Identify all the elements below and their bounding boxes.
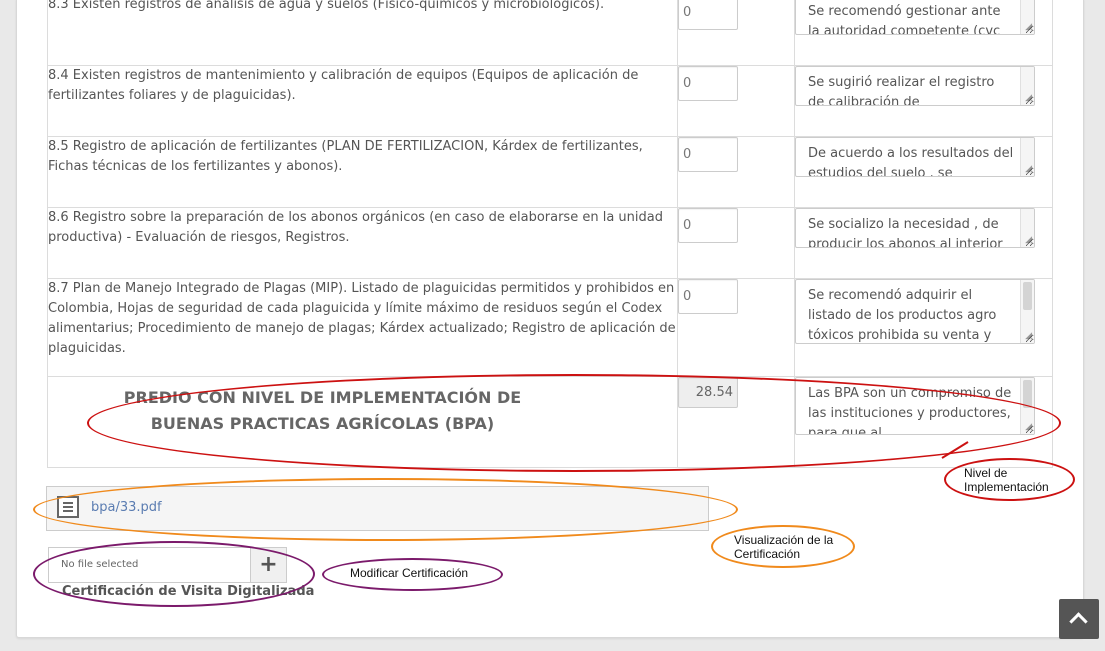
observation-textarea[interactable]: De acuerdo a los resultados del estudios… — [795, 137, 1035, 177]
certificate-file-link[interactable]: bpa/33.pdf — [91, 500, 162, 515]
evaluation-table: 8.3 Existen registros de análisis de agu… — [47, 0, 1053, 468]
score-input[interactable] — [678, 66, 738, 101]
scroll-to-top-button[interactable] — [1059, 599, 1099, 639]
table-row: 8.3 Existen registros de análisis de agu… — [47, 0, 1053, 66]
table-row: 8.4 Existen registros de mantenimiento y… — [47, 65, 1053, 137]
annotation-label-nivel: Nivel de Implementación — [964, 466, 1049, 494]
certificate-file-input[interactable]: No file selected + — [48, 547, 287, 583]
score-input[interactable] — [678, 137, 738, 172]
total-row: PREDIO CON NIVEL DE IMPLEMENTACIÓN DE BUE… — [47, 376, 1053, 468]
add-file-button[interactable]: + — [250, 548, 286, 582]
total-score-input — [678, 377, 738, 408]
file-status-text: No file selected — [61, 559, 139, 570]
criterion-text: 8.3 Existen registros de análisis de agu… — [47, 0, 678, 66]
score-input[interactable] — [678, 208, 738, 243]
observation-textarea[interactable]: Se sugirió realizar el registro de calib… — [795, 66, 1035, 106]
observation-textarea[interactable]: Se recomendó gestionar ante la autoridad… — [795, 0, 1035, 35]
criterion-text: 8.7 Plan de Manejo Integrado de Plagas (… — [47, 278, 678, 377]
total-observation-textarea[interactable]: Las BPA son un compromiso de las institu… — [795, 377, 1035, 435]
annotation-label-visualizacion: Visualización de la Certificación — [734, 533, 834, 561]
observation-textarea[interactable]: Se recomendó adquirir el listado de los … — [795, 279, 1035, 344]
annotation-label-modificar: Modificar Certificación — [350, 566, 469, 580]
file-input-caption: Certificación de Visita Digitalizada — [62, 584, 315, 599]
table-row: 8.6 Registro sobre la preparación de los… — [47, 207, 1053, 279]
table-row: 8.7 Plan de Manejo Integrado de Plagas (… — [47, 278, 1053, 377]
criterion-text: 8.4 Existen registros de mantenimiento y… — [47, 65, 678, 137]
table-row: 8.5 Registro de aplicación de fertilizan… — [47, 136, 1053, 208]
certificate-file-bar: bpa/33.pdf — [46, 486, 709, 531]
score-input[interactable] — [678, 279, 738, 314]
score-input[interactable] — [678, 0, 738, 30]
total-label: PREDIO CON NIVEL DE IMPLEMENTACIÓN DE BUE… — [47, 376, 678, 468]
chevron-up-icon — [1069, 612, 1088, 631]
document-icon — [57, 496, 79, 518]
observation-textarea[interactable]: Se socializo la necesidad , de producir … — [795, 208, 1035, 248]
criterion-text: 8.6 Registro sobre la preparación de los… — [47, 207, 678, 279]
criterion-text: 8.5 Registro de aplicación de fertilizan… — [47, 136, 678, 208]
